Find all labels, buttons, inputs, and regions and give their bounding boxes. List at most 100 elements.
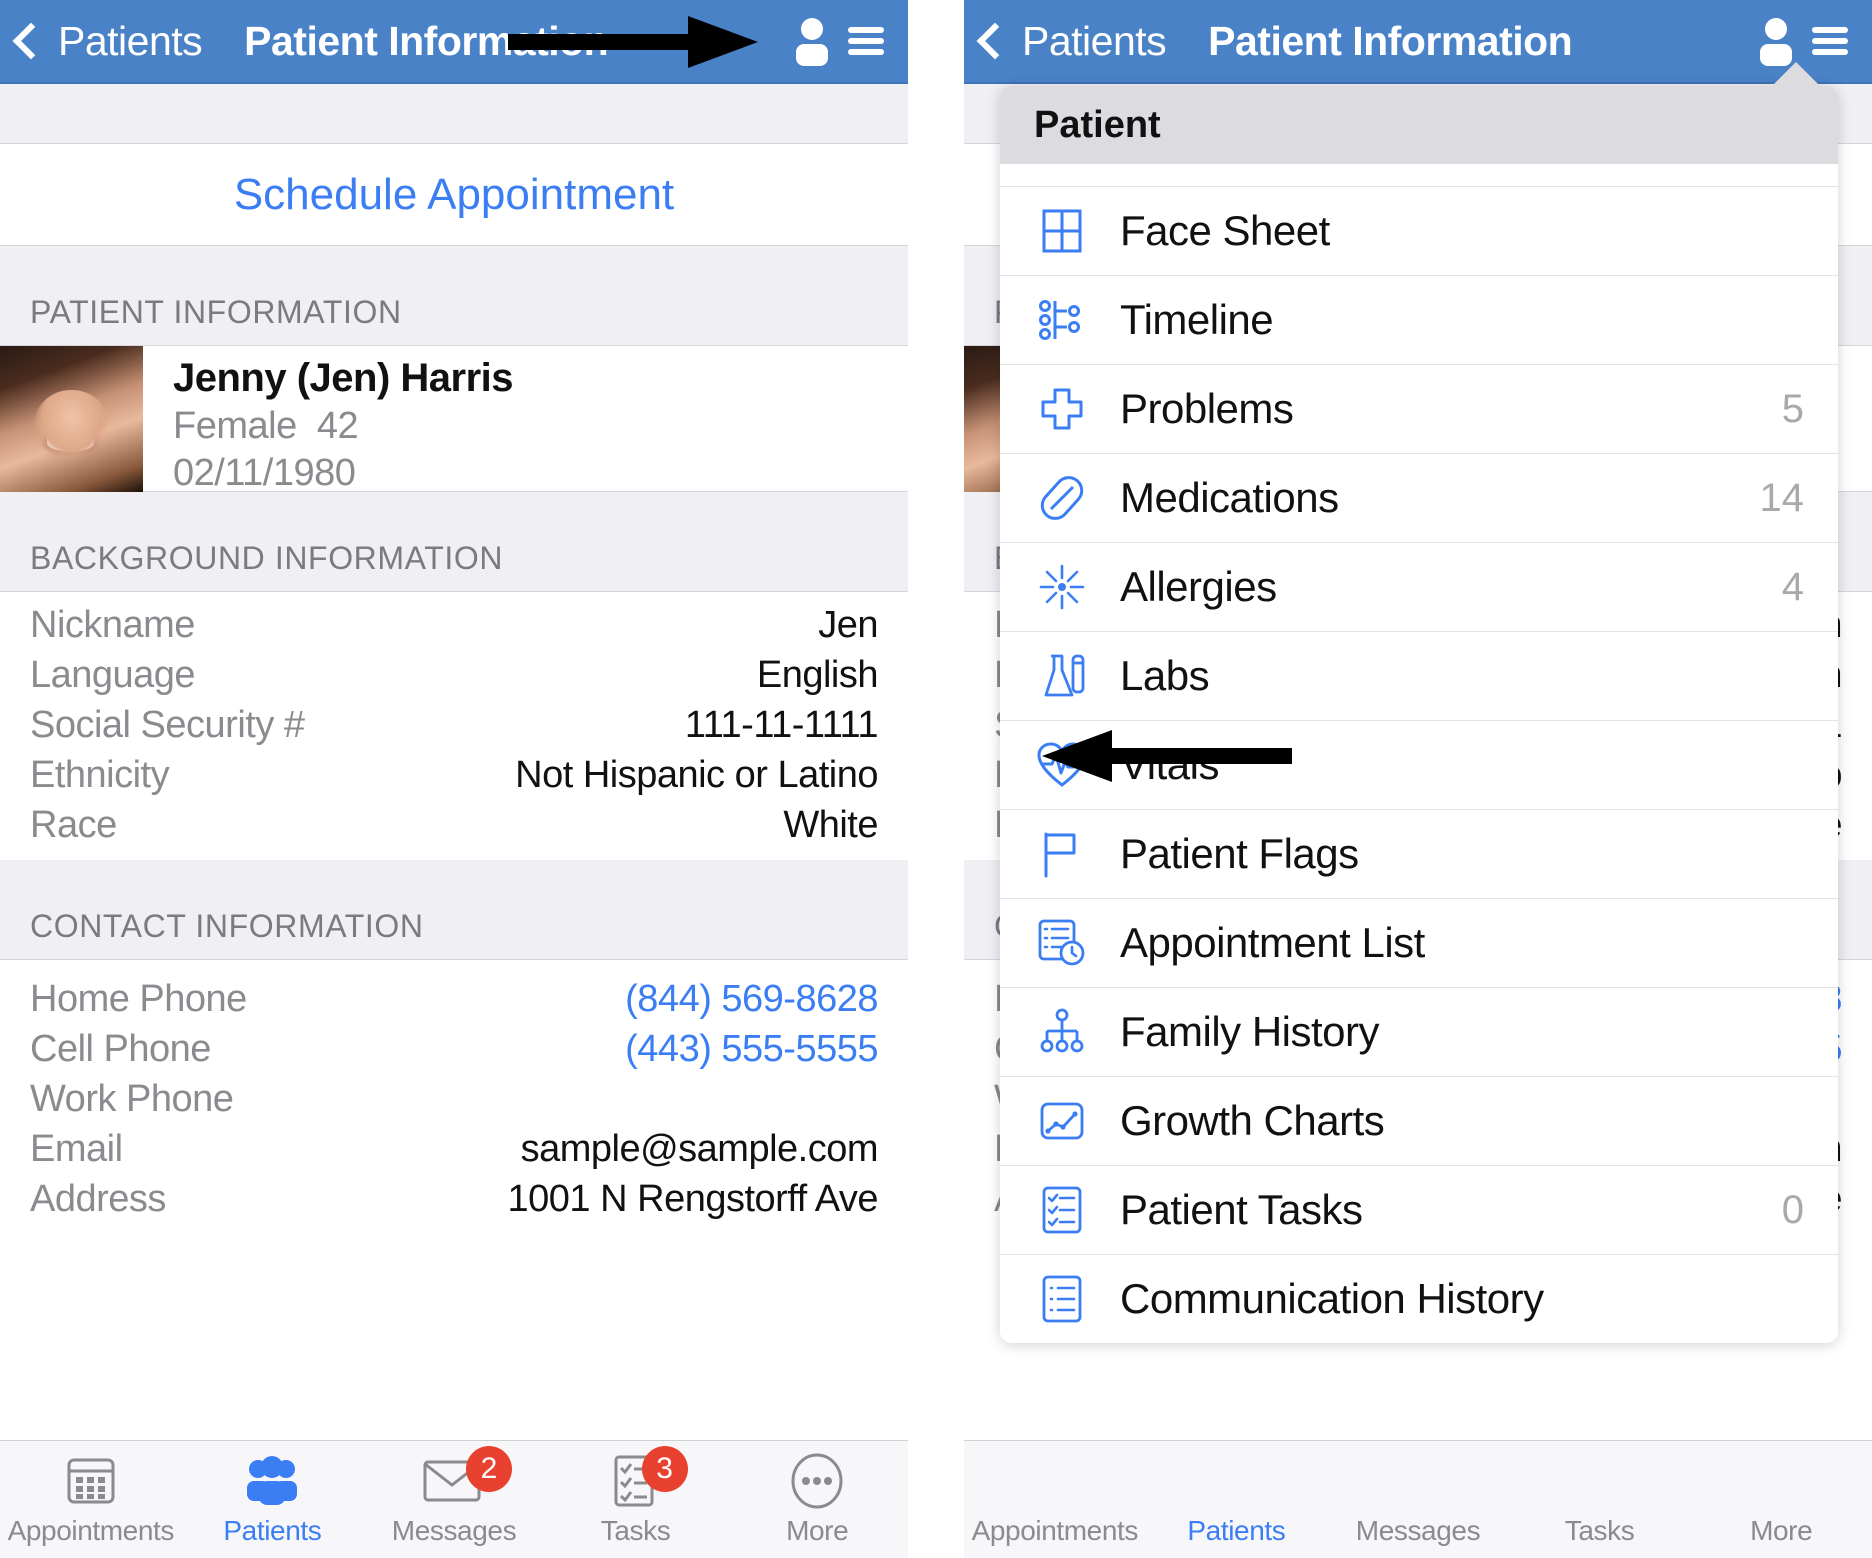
patient-avatar (0, 346, 143, 492)
person-icon (796, 18, 828, 66)
row-key: Address (30, 1177, 166, 1220)
menu-item-face-sheet[interactable]: Face Sheet (1000, 186, 1838, 275)
row-key: Work Phone (30, 1077, 234, 1120)
row-key: Language (30, 653, 196, 696)
tab-patients[interactable]: Patients (182, 1441, 364, 1558)
menu-item-label: Face Sheet (1120, 207, 1330, 254)
cross-icon (1034, 381, 1090, 437)
menu-item-appointment-list[interactable]: Appointment List (1000, 898, 1838, 987)
section-header-contact-information: CONTACT INFORMATION (0, 860, 908, 960)
menu-item-label: Timeline (1120, 296, 1274, 343)
tab-messages[interactable]: 2 Messages (363, 1441, 545, 1558)
menu-item-problems[interactable]: Problems 5 (1000, 364, 1838, 453)
patient-dob: 02/11/1980 (173, 452, 356, 494)
status-badge: 2 (465, 1446, 512, 1492)
table-row: Address 1001 N Rengstorff Ave (0, 1174, 908, 1224)
back-to-patients-button[interactable]: Patients (976, 18, 1167, 65)
page-title: Patient Information (244, 17, 609, 64)
schedule-appointment-button[interactable]: Schedule Appointment (0, 144, 908, 246)
tab-more[interactable]: More (1690, 1441, 1872, 1558)
grid-icon (1034, 203, 1090, 259)
tab-appointments[interactable]: Appointments (0, 1441, 182, 1558)
row-key: Race (30, 803, 117, 846)
row-value-link[interactable]: (844) 569-8628 (625, 978, 878, 1021)
menu-item-label: Patient Tasks (1120, 1186, 1363, 1233)
top-spacer (0, 84, 908, 144)
row-key: Ethnicity (30, 753, 170, 796)
menu-item-family-history[interactable]: Family History (1000, 987, 1838, 1076)
menu-item-vitals[interactable]: Vitals (1000, 720, 1838, 809)
patient-name: Jenny (Jen) Harris (173, 356, 514, 400)
popup-menu-list[interactable]: Face Sheet Timeline Problems 5 Medicatio… (1000, 164, 1838, 1343)
menu-item-communication-history[interactable]: Communication History (1000, 1254, 1838, 1343)
tab-appointments[interactable]: Appointments (964, 1441, 1146, 1558)
patient-menu-button[interactable] (1756, 15, 1850, 67)
menu-item-patient-flags[interactable]: Patient Flags (1000, 809, 1838, 898)
growth-chart-icon (1034, 1093, 1090, 1149)
people-icon (242, 1452, 302, 1510)
status-badge: 3 (641, 1446, 688, 1492)
menu-item-medications[interactable]: Medications 14 (1000, 453, 1838, 542)
row-key: Home Phone (30, 977, 247, 1020)
menu-item-count: 0 (1781, 1187, 1804, 1232)
row-key: Nickname (30, 603, 195, 646)
menu-item-count: 5 (1781, 386, 1804, 431)
back-label: Patients (58, 17, 203, 64)
patient-summary-row[interactable]: Jenny (Jen) Harris Female 42 02/11/1980 (0, 346, 908, 494)
flag-icon (1034, 826, 1090, 882)
table-row: Cell Phone (443) 555-5555 (0, 1024, 908, 1074)
tab-label: Tasks (600, 1515, 671, 1546)
patient-age: 42 (316, 405, 359, 447)
left-navbar: Patients Patient Information (0, 0, 908, 84)
patient-menu-button[interactable] (792, 15, 886, 67)
row-key: Cell Phone (30, 1027, 211, 1070)
patient-meta: Jenny (Jen) Harris Female 42 02/11/1980 (143, 346, 514, 494)
tab-more[interactable]: More (726, 1441, 908, 1558)
chevron-left-icon (12, 22, 50, 60)
right-tab-bar: Appointments Patients Messages Tasks Mor… (964, 1440, 1872, 1558)
menu-item-label: Labs (1120, 652, 1210, 699)
row-value-link[interactable]: (443) 555-5555 (625, 1028, 878, 1071)
row-key: Email (30, 1127, 123, 1170)
right-navbar: Patients Patient Information (964, 0, 1872, 84)
row-value: Not Hispanic or Latino (515, 753, 878, 796)
tab-messages[interactable]: Messages (1327, 1441, 1509, 1558)
section-header-patient-information: PATIENT INFORMATION (0, 246, 908, 346)
heart-pulse-icon (1034, 737, 1090, 793)
table-row: Language English (0, 650, 908, 700)
checklist-icon: 3 (610, 1446, 688, 1510)
communication-history-icon (1034, 1271, 1090, 1327)
row-value: 1001 N Rengstorff Ave (507, 1177, 879, 1220)
tab-label: Patients (223, 1515, 322, 1546)
panel-gutter (908, 0, 964, 1558)
patient-menu-popup: Patient Face Sheet Timeline Problems 5 M… (1000, 86, 1838, 1343)
table-row: Race White (0, 800, 908, 850)
patient-tasks-icon (1034, 1182, 1090, 1238)
menu-item-growth-charts[interactable]: Growth Charts (1000, 1076, 1838, 1165)
menu-item-count: 4 (1781, 564, 1804, 609)
hamburger-icon (1812, 27, 1848, 55)
row-value: English (756, 653, 879, 696)
tab-label: Tasks (1564, 1515, 1635, 1546)
menu-item-count: 14 (1759, 475, 1805, 520)
back-to-patients-button[interactable]: Patients (12, 17, 203, 65)
menu-item-allergies[interactable]: Allergies 4 (1000, 542, 1838, 631)
left-tab-bar: Appointments Patients 2 Messages 3 Tasks… (0, 1440, 908, 1558)
timeline-icon (1034, 292, 1090, 348)
tab-tasks[interactable]: 3 Tasks (545, 1441, 727, 1558)
menu-item-patient-tasks[interactable]: Patient Tasks 0 (1000, 1165, 1838, 1254)
row-key: Social Security # (30, 703, 305, 746)
menu-item-timeline[interactable]: Timeline (1000, 275, 1838, 364)
tab-tasks[interactable]: Tasks (1509, 1441, 1691, 1558)
menu-item-label: Appointment List (1120, 919, 1425, 966)
menu-item-label: Problems (1120, 385, 1294, 432)
dual-screenshot-container: Patients Patient Information Schedule Ap… (0, 0, 1872, 1558)
table-row: Email sample@sample.com (0, 1124, 908, 1174)
menu-item-labs[interactable]: Labs (1000, 631, 1838, 720)
ellipsis-icon (788, 1452, 846, 1510)
table-row: Social Security # 111-11-1111 (0, 700, 908, 750)
allergy-burst-icon (1034, 559, 1090, 615)
background-information-list: Nickname Jen Language English Social Sec… (0, 592, 908, 860)
tab-patients[interactable]: Patients (1146, 1441, 1328, 1558)
calendar-icon (63, 1452, 119, 1510)
